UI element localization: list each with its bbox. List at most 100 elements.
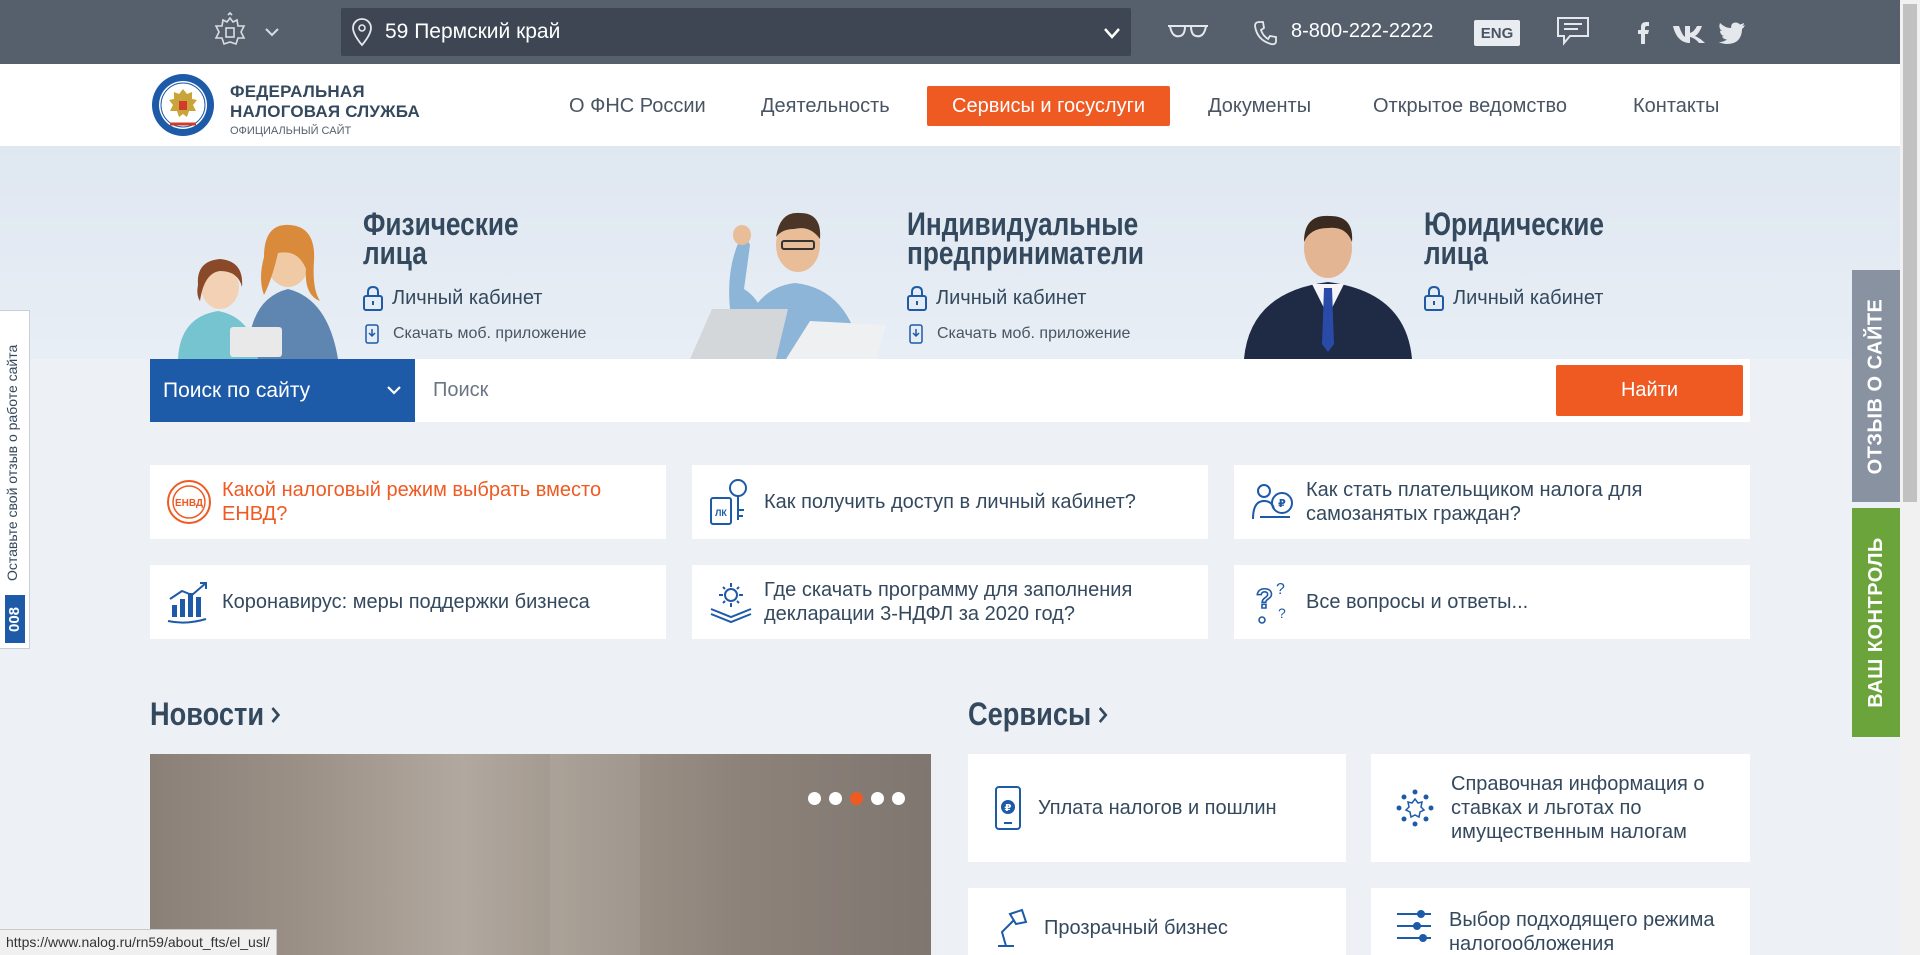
main-header: ФЕДЕРАЛЬНАЯ НАЛОГОВАЯ СЛУЖБА ОФИЦИАЛЬНЫЙ… [0, 64, 1900, 146]
service-card-property-tax-info[interactable]: Справочная информация о ставках и льгота… [1371, 754, 1750, 862]
individuals-title[interactable]: Физические лица [363, 208, 519, 271]
your-control-tab[interactable]: ВАШ КОНТРОЛЬ [1852, 508, 1900, 737]
chevron-down-icon[interactable] [262, 20, 282, 44]
location-pin-icon [352, 18, 372, 47]
region-name: 59 Пермский край [385, 20, 561, 43]
slider-dot[interactable] [829, 792, 842, 805]
your-control-label: ВАШ КОНТРОЛЬ [1864, 537, 1887, 708]
status-bar-url: https://www.nalog.ru/rn59/about_fts/el_u… [0, 929, 277, 955]
service-card-tax-regime[interactable]: Выбор подходящего режима налогообложения [1371, 888, 1750, 955]
quick-card-envd[interactable]: ЕНВД Какой налоговый режим выбрать вмест… [150, 465, 666, 539]
phone-icon [1254, 21, 1277, 46]
facebook-icon[interactable] [1636, 22, 1650, 44]
slider-dot[interactable] [892, 792, 905, 805]
slider-dot[interactable] [808, 792, 821, 805]
lock-icon [907, 285, 927, 311]
scrollbar-thumb[interactable] [1903, 4, 1917, 502]
growth-chart-icon [167, 582, 207, 624]
feedback-side-tab[interactable]: Оставьте свой отзыв о работе сайта 008 [0, 310, 30, 649]
service-card-text: Уплата налогов и пошлин [1038, 797, 1277, 819]
quick-card-3ndfl[interactable]: Где скачать программу для заполнения дек… [692, 565, 1208, 639]
slider-dot[interactable] [871, 792, 884, 805]
entrepreneurs-title[interactable]: Индивидуальные предприниматели [907, 208, 1145, 271]
legal-entities-cabinet-link[interactable]: Личный кабинет [1423, 284, 1603, 312]
search-scope-select[interactable]: Поиск по сайту [150, 359, 415, 422]
search-button[interactable]: Найти [1556, 365, 1743, 416]
service-card-text: Справочная информация о ставках и льгота… [1451, 773, 1705, 843]
slider-dots [808, 792, 905, 805]
feedback-side-text: Оставьте свой отзыв о работе сайта [4, 344, 20, 581]
site-search: Поиск по сайту Найти [150, 359, 1750, 422]
chevron-down-icon [387, 386, 401, 395]
svg-text:?: ? [1276, 581, 1285, 598]
russia-emblem-icon[interactable] [210, 12, 250, 52]
hero-categories: Физические лица Личный кабинет Скачать м… [0, 146, 1900, 359]
services-section-title[interactable]: Сервисы [968, 696, 1108, 733]
legal-entities-title[interactable]: Юридические лица [1424, 208, 1604, 271]
individuals-app-link[interactable]: Скачать моб. приложение [365, 324, 586, 344]
slider-dot-active[interactable] [850, 792, 863, 805]
service-card-text: Выбор подходящего режима налогообложения [1449, 909, 1715, 955]
twitter-icon[interactable] [1718, 22, 1746, 44]
mobile-phone-icon [909, 324, 923, 344]
entrepreneurs-title-line2: предприниматели [907, 235, 1145, 271]
accessibility-glasses-icon[interactable] [1166, 20, 1210, 44]
news-slider[interactable] [150, 754, 931, 955]
quick-card-faq[interactable]: ??? Все вопросы и ответы... [1234, 565, 1750, 639]
news-section-title[interactable]: Новости [150, 696, 281, 733]
quick-card-self-employed[interactable]: ₽ Как стать плательщиком налога для само… [1234, 465, 1750, 539]
lock-icon [1424, 285, 1444, 311]
logo-line1: ФЕДЕРАЛЬНАЯ [230, 82, 365, 101]
quick-card-text: Все вопросы и ответы... [1306, 591, 1529, 613]
entrepreneurs-cabinet-link[interactable]: Личный кабинет [906, 284, 1086, 312]
svg-text:₽: ₽ [1005, 803, 1012, 814]
envd-icon-label: ЕНВД [175, 498, 203, 509]
service-card-transparent-business[interactable]: Прозрачный бизнес [968, 888, 1346, 955]
individuals-app-label: Скачать моб. приложение [393, 325, 587, 342]
quick-card-covid[interactable]: Коронавирус: меры поддержки бизнеса [150, 565, 666, 639]
individuals-title-line2: лица [363, 235, 427, 271]
language-switch[interactable]: ENG [1474, 20, 1520, 46]
individuals-cabinet-link[interactable]: Личный кабинет [362, 284, 542, 312]
key-lk-icon: ЛК [710, 479, 747, 525]
key-lk-icon-label: ЛК [715, 508, 727, 518]
region-selector[interactable]: 59 Пермский край [341, 8, 1131, 56]
nav-activity[interactable]: Деятельность [761, 86, 890, 126]
nav-about[interactable]: О ФНС России [569, 86, 706, 126]
site-review-tab[interactable]: ОТЗЫВ О САЙТЕ [1852, 270, 1900, 502]
entrepreneurs-photo [690, 212, 886, 359]
gear-icon [710, 583, 752, 624]
quick-card-text: Как стать плательщиком налога для самоза… [1306, 479, 1643, 525]
sliders-icon [1397, 910, 1431, 942]
search-scope-label: Поиск по сайту [163, 378, 311, 402]
quick-card-cabinet-access[interactable]: ЛК Как получить доступ в личный кабинет? [692, 465, 1208, 539]
nav-documents[interactable]: Документы [1208, 86, 1311, 126]
site-logo-text[interactable]: ФЕДЕРАЛЬНАЯ НАЛОГОВАЯ СЛУЖБА ОФИЦИАЛЬНЫЙ… [230, 82, 420, 137]
chevron-right-icon [271, 706, 281, 723]
page-scrollbar[interactable] [1900, 0, 1920, 955]
chat-icon[interactable] [1556, 16, 1590, 46]
chevron-down-icon [1104, 28, 1120, 39]
svg-text:₽: ₽ [1278, 497, 1286, 510]
vk-icon[interactable] [1672, 22, 1706, 44]
fns-logo-icon[interactable] [150, 72, 216, 138]
feedback-badge-label: 008 [6, 606, 24, 632]
search-input[interactable] [415, 359, 1505, 422]
legal-entities-title-line2: лица [1424, 235, 1488, 271]
individuals-photo [178, 224, 338, 359]
nav-open-agency[interactable]: Открытое ведомство [1373, 86, 1567, 126]
lock-icon [363, 285, 383, 311]
top-bar: 59 Пермский край 8-800-222-2222 ENG [0, 0, 1900, 64]
quick-card-text: Коронавирус: меры поддержки бизнеса [222, 591, 590, 613]
nav-services[interactable]: Сервисы и госуслуги [927, 86, 1171, 126]
mobile-payment-icon: ₽ [995, 786, 1021, 830]
feedback-badge: 008 [5, 595, 25, 643]
chevron-right-icon [1098, 706, 1108, 723]
quick-card-text: Где скачать программу для заполнения дек… [764, 579, 1133, 625]
news-photo-highlight [550, 754, 640, 955]
phone-number[interactable]: 8-800-222-2222 [1291, 20, 1433, 43]
svg-text:?: ? [1256, 583, 1273, 614]
service-card-pay-taxes[interactable]: ₽ Уплата налогов и пошлин [968, 754, 1346, 862]
entrepreneurs-app-link[interactable]: Скачать моб. приложение [909, 324, 1130, 344]
nav-contacts[interactable]: Контакты [1633, 86, 1719, 126]
